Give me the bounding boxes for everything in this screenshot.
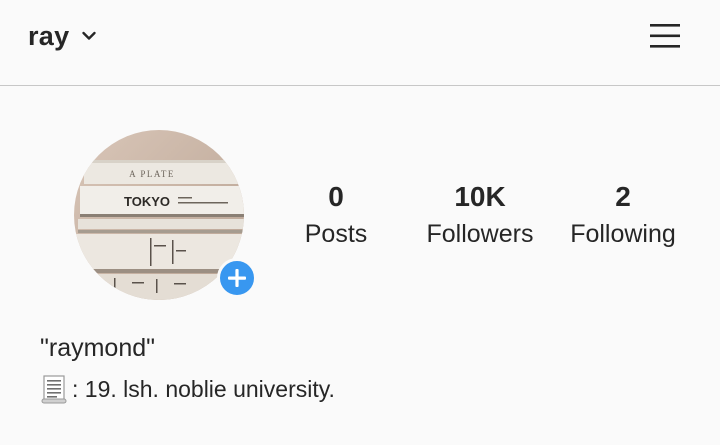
followers-label: Followers: [426, 220, 534, 248]
posts-count: 0: [328, 181, 344, 212]
avatar-book-title-2: TOKYO: [124, 194, 170, 209]
profile-full-name: "raymond": [40, 334, 156, 362]
chevron-down-icon: [82, 31, 97, 40]
posts-label: Posts: [304, 220, 368, 248]
add-story-button[interactable]: [217, 258, 257, 298]
posts-stat[interactable]: 0 Posts: [298, 180, 374, 252]
plus-icon: [228, 269, 246, 287]
profile-avatar-container: A PLATE TOKYO: [74, 130, 257, 302]
bio-text: : 19. lsh. noblie university.: [72, 375, 335, 402]
account-switcher[interactable]: ray: [28, 18, 97, 54]
scroll-icon: [41, 375, 67, 404]
following-stat[interactable]: 2 Following: [564, 180, 682, 252]
profile-bio: : 19. lsh. noblie university.: [40, 372, 335, 406]
followers-stat[interactable]: 10K Followers: [420, 180, 540, 252]
top-bar: ray: [0, 0, 720, 86]
following-label: Following: [570, 220, 676, 248]
hamburger-menu-icon[interactable]: [648, 22, 682, 50]
followers-count: 10K: [454, 181, 506, 212]
avatar-book-title-1: A PLATE: [129, 169, 175, 179]
header-username: ray: [28, 20, 70, 51]
following-count: 2: [615, 181, 631, 212]
